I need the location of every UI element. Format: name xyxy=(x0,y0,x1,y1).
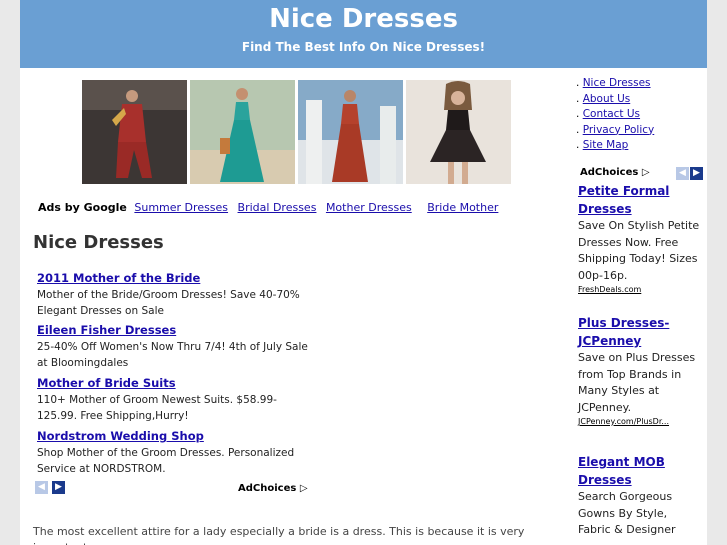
google-ad-links-bar: Ads by Google Summer Dresses Bridal Dres… xyxy=(38,201,504,214)
adchoices-icon: ▷ xyxy=(299,483,308,494)
sidebar-ad-url[interactable]: FreshDeals.com xyxy=(578,284,700,295)
ad-link-mother-dresses[interactable]: Mother Dresses xyxy=(326,201,412,214)
sidebar-item: . About Us xyxy=(576,92,631,105)
article-text: The most excellent attire for a lady esp… xyxy=(33,525,525,545)
ad-description: Mother of the Bride/Groom Dresses! Save … xyxy=(37,289,300,317)
ad-description: Shop Mother of the Groom Dresses. Person… xyxy=(37,447,295,475)
sidebar-adchoices-link[interactable]: AdChoices ▷ xyxy=(580,167,650,178)
dress-photo-rust-gown xyxy=(298,80,403,184)
site-title[interactable]: Nice Dresses xyxy=(20,4,707,34)
sidebar-ad-unit[interactable]: Plus Dresses-JCPenney Save on Plus Dress… xyxy=(578,314,700,427)
site-tagline: Find The Best Info On Nice Dresses! xyxy=(241,40,486,54)
ad-link-summer-dresses[interactable]: Summer Dresses xyxy=(134,201,228,214)
dress-photo-red-salwar xyxy=(82,80,187,184)
page-container: Nice Dresses Find The Best Info On Nice … xyxy=(20,0,707,545)
sidebar-item-nice-dresses[interactable]: Nice Dresses xyxy=(583,77,651,89)
sidebar-ad-prev-button[interactable]: ◀ xyxy=(676,167,689,180)
sidebar-ad-unit[interactable]: Elegant MOB Dresses Search Gorgeous Gown… xyxy=(578,453,700,539)
ad-unit[interactable]: 2011 Mother of the Bride Mother of the B… xyxy=(37,271,317,320)
sidebar: . Nice Dresses . About Us . Contact Us .… xyxy=(576,76,703,536)
dress-photo-black-lace xyxy=(406,80,511,184)
ad-link-bridal-dresses[interactable]: Bridal Dresses xyxy=(238,201,317,214)
sidebar-item-privacy-policy[interactable]: Privacy Policy xyxy=(583,124,655,136)
adchoices-icon: ▷ xyxy=(641,167,650,178)
sidebar-item-contact-us[interactable]: Contact Us xyxy=(583,108,640,120)
ad-unit[interactable]: Mother of Bride Suits 110+ Mother of Gro… xyxy=(37,376,317,425)
chevron-right-icon: ▶ xyxy=(55,482,62,492)
ad-unit[interactable]: Eileen Fisher Dresses 25-40% Off Women's… xyxy=(37,323,317,372)
chevron-left-icon: ◀ xyxy=(679,168,686,178)
sidebar-item: . Nice Dresses xyxy=(576,77,651,89)
ad-block: 2011 Mother of the Bride Mother of the B… xyxy=(37,271,317,481)
sidebar-ad-unit[interactable]: Petite Formal Dresses Save On Stylish Pe… xyxy=(578,182,700,295)
sidebar-ad-description: Save on Plus Dresses from Top Brands in … xyxy=(578,351,696,414)
sidebar-ad-title[interactable]: Petite Formal Dresses xyxy=(578,182,700,218)
sidebar-item: . Contact Us xyxy=(576,108,641,120)
sidebar-ad-description: Search Gorgeous Gowns By Style, Fabric &… xyxy=(578,490,676,536)
ad-unit[interactable]: Nordstrom Wedding Shop Shop Mother of th… xyxy=(37,429,317,478)
sidebar-item-about-us[interactable]: About Us xyxy=(583,93,631,105)
ad-description: 110+ Mother of Groom Newest Suits. $58.9… xyxy=(37,394,277,422)
sidebar-item: . Site Map xyxy=(576,139,629,151)
dress-photo-teal-maxi xyxy=(190,80,295,184)
ad-description: 25-40% Off Women's Now Thru 7/4! 4th of … xyxy=(37,341,308,369)
ad-title[interactable]: Nordstrom Wedding Shop xyxy=(37,429,317,445)
sidebar-ad-title[interactable]: Elegant MOB Dresses xyxy=(578,453,700,489)
sidebar-ad-next-button[interactable]: ▶ xyxy=(690,167,703,180)
ad-title[interactable]: Mother of Bride Suits xyxy=(37,376,317,392)
chevron-right-icon: ▶ xyxy=(693,168,700,178)
sidebar-menu: . Nice Dresses . About Us . Contact Us .… xyxy=(576,76,701,154)
adchoices-link[interactable]: AdChoices ▷ xyxy=(238,483,308,494)
site-header: Nice Dresses Find The Best Info On Nice … xyxy=(20,0,707,68)
ad-prev-button[interactable]: ◀ xyxy=(35,481,48,494)
sidebar-ad-title[interactable]: Plus Dresses-JCPenney xyxy=(578,314,700,350)
page-title: Nice Dresses xyxy=(33,232,164,253)
sidebar-ad-url[interactable]: JCPenney.com/PlusDr... xyxy=(578,416,700,427)
ad-link-bride-mother[interactable]: Bride Mother xyxy=(427,201,498,214)
ads-by-google-label[interactable]: Ads by Google xyxy=(38,201,127,214)
ad-next-button[interactable]: ▶ xyxy=(52,481,65,494)
sidebar-item: . Privacy Policy xyxy=(576,123,655,136)
sidebar-ad-description: Save On Stylish Petite Dresses Now. Free… xyxy=(578,219,700,282)
ad-title[interactable]: Eileen Fisher Dresses xyxy=(37,323,317,339)
sidebar-item-site-map[interactable]: Site Map xyxy=(583,139,629,151)
ad-title[interactable]: 2011 Mother of the Bride xyxy=(37,271,317,287)
chevron-left-icon: ◀ xyxy=(38,482,45,492)
